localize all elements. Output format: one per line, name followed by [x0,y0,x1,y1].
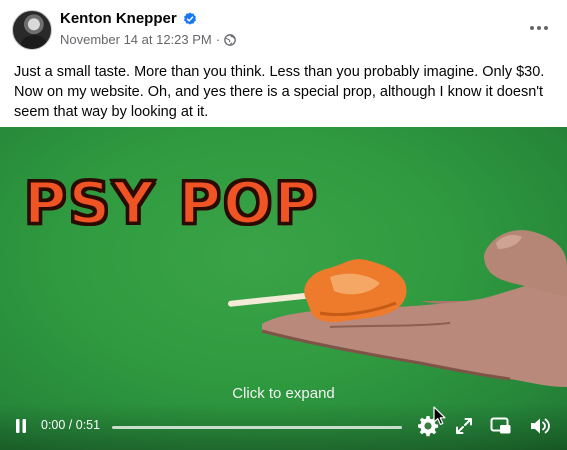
mouse-cursor-icon [433,406,446,425]
author-avatar[interactable] [12,10,52,50]
more-dot [544,26,548,30]
globe-icon[interactable] [224,33,236,46]
progress-bar[interactable] [112,426,402,429]
click-to-expand-label[interactable]: Click to expand [0,385,567,402]
more-dot [537,26,541,30]
more-options-icon[interactable] [525,14,553,42]
more-dot [530,26,534,30]
author-name[interactable]: Kenton Knepper [60,10,177,27]
post-meta: November 14 at 12:23 PM · [60,32,236,47]
author-line: Kenton Knepper [60,10,197,27]
verified-badge-icon [183,12,196,25]
post-header: Kenton Knepper November 14 at 12:23 PM · [0,0,567,56]
video-player[interactable]: PSY POP Click to expand 0:00 / 0:51 [0,127,567,450]
post-text: Just a small taste. More than you think.… [14,64,545,120]
video-controls: 0:00 / 0:51 [0,403,567,450]
volume-icon [531,418,550,434]
volume-button[interactable] [527,414,553,438]
picture-in-picture-button[interactable] [489,414,513,438]
pause-button[interactable] [10,415,32,437]
video-time: 0:00 / 0:51 [41,418,101,432]
meta-separator: · [215,32,221,47]
expand-button[interactable] [452,414,476,438]
pause-icon [16,419,26,433]
picture-in-picture-icon [490,417,511,434]
expand-icon [456,418,472,434]
post-timestamp[interactable]: November 14 at 12:23 PM [60,32,212,47]
